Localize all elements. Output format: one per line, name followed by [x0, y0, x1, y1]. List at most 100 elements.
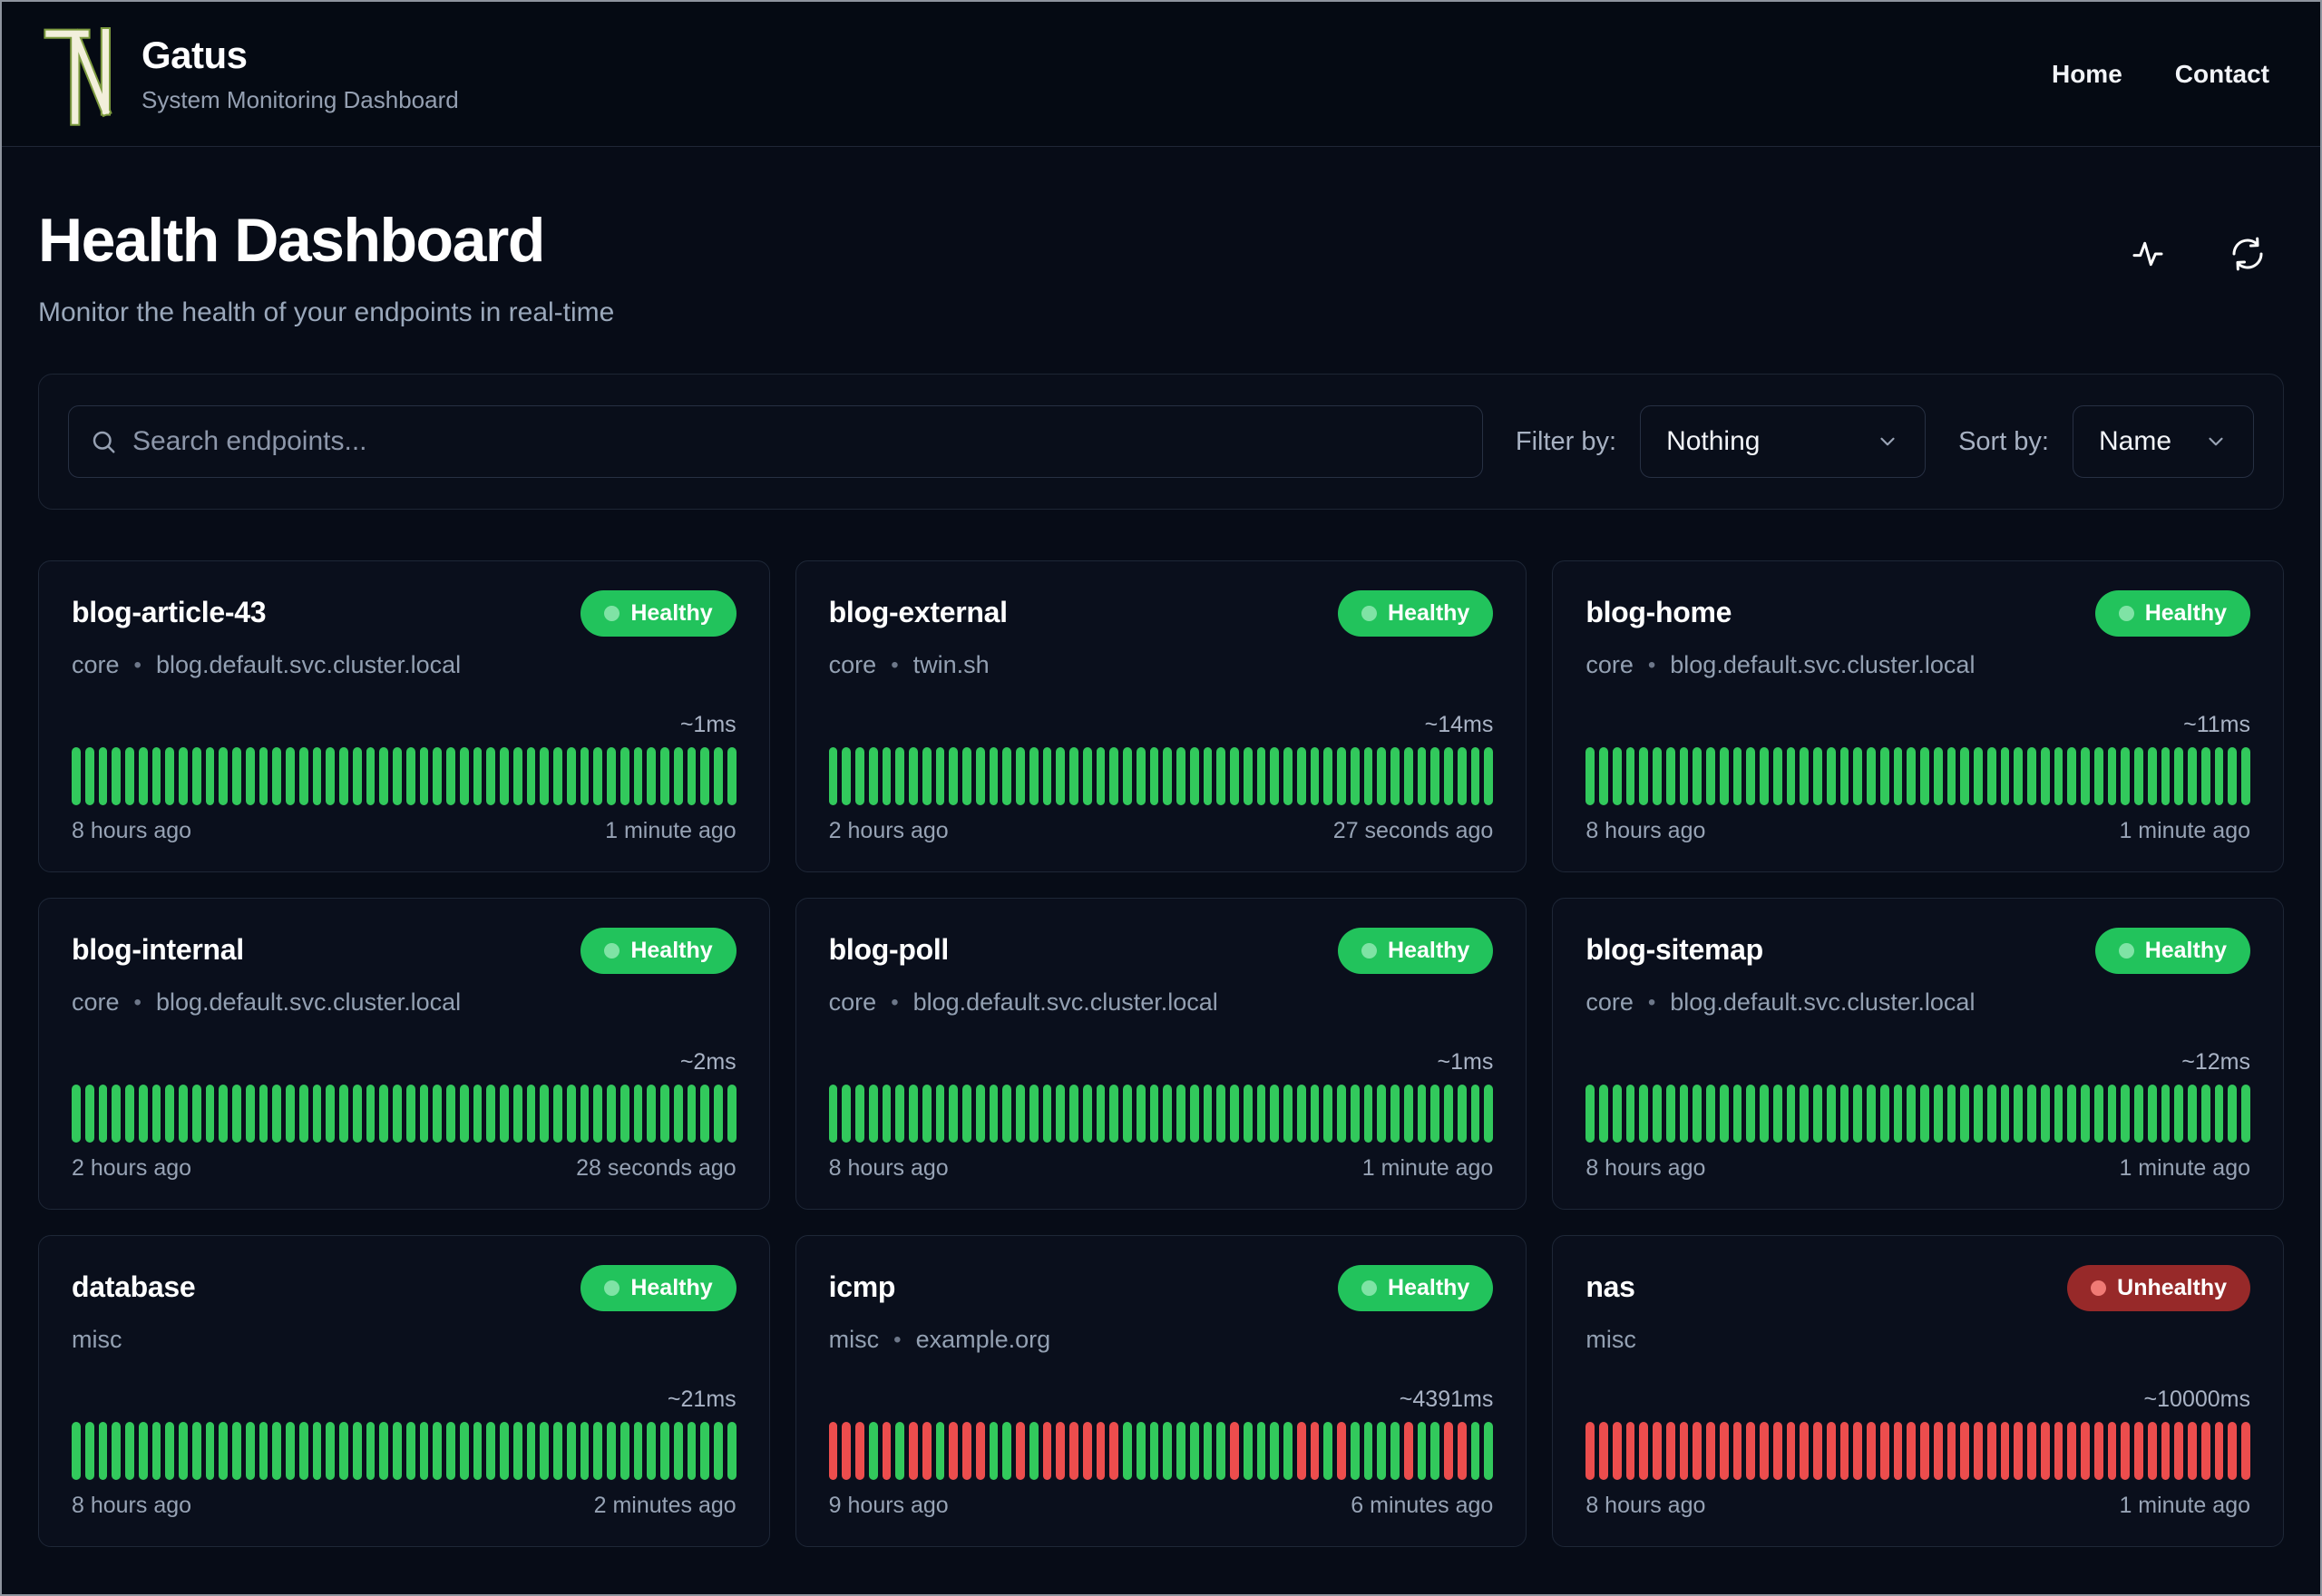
uptime-bar[interactable] — [673, 1422, 683, 1480]
uptime-bar[interactable] — [272, 1085, 281, 1143]
uptime-bar[interactable] — [1986, 747, 1996, 805]
uptime-bar[interactable] — [2241, 747, 2250, 805]
uptime-bar[interactable] — [1002, 747, 1012, 805]
uptime-bar[interactable] — [1599, 1085, 1608, 1143]
uptime-bar[interactable] — [1760, 747, 1769, 805]
uptime-bar[interactable] — [1839, 1422, 1849, 1480]
uptime-bar[interactable] — [1974, 1422, 1983, 1480]
uptime-bar[interactable] — [727, 1422, 737, 1480]
uptime-bar[interactable] — [1337, 1422, 1346, 1480]
uptime-bar[interactable] — [1323, 1085, 1333, 1143]
uptime-bar[interactable] — [580, 1422, 590, 1480]
uptime-bar[interactable] — [2214, 1085, 2224, 1143]
uptime-bar[interactable] — [1417, 1085, 1427, 1143]
uptime-bar[interactable] — [647, 747, 656, 805]
uptime-bar[interactable] — [112, 1422, 121, 1480]
uptime-bar[interactable] — [1867, 1085, 1876, 1143]
uptime-bar[interactable] — [1136, 1085, 1146, 1143]
uptime-bar[interactable] — [1599, 1422, 1608, 1480]
uptime-bar[interactable] — [112, 1085, 121, 1143]
uptime-bar[interactable] — [259, 1085, 268, 1143]
uptime-bar[interactable] — [2200, 747, 2210, 805]
uptime-bar[interactable] — [1470, 1085, 1480, 1143]
uptime-bar[interactable] — [1323, 1422, 1333, 1480]
uptime-bar[interactable] — [138, 747, 148, 805]
uptime-bar[interactable] — [219, 1422, 228, 1480]
uptime-bar[interactable] — [2121, 1085, 2131, 1143]
uptime-bar[interactable] — [1772, 747, 1782, 805]
uptime-bar[interactable] — [1585, 1422, 1595, 1480]
uptime-bar[interactable] — [1853, 1085, 1863, 1143]
uptime-bar[interactable] — [660, 747, 669, 805]
uptime-bar[interactable] — [165, 1085, 174, 1143]
uptime-bar[interactable] — [566, 747, 576, 805]
uptime-bar[interactable] — [165, 1422, 174, 1480]
uptime-bar[interactable] — [975, 1085, 985, 1143]
uptime-bar[interactable] — [1853, 1422, 1863, 1480]
uptime-bar[interactable] — [1920, 747, 1929, 805]
uptime-bar[interactable] — [620, 1085, 629, 1143]
uptime-bar[interactable] — [1826, 1422, 1836, 1480]
uptime-bar[interactable] — [1444, 1085, 1453, 1143]
uptime-bar[interactable] — [1230, 747, 1239, 805]
uptime-bar[interactable] — [714, 1085, 723, 1143]
uptime-bar[interactable] — [232, 1085, 241, 1143]
uptime-bar[interactable] — [500, 1085, 509, 1143]
uptime-bar[interactable] — [2067, 1085, 2077, 1143]
uptime-bar[interactable] — [2093, 1422, 2103, 1480]
uptime-bar[interactable] — [895, 1422, 905, 1480]
uptime-bar[interactable] — [1484, 1422, 1494, 1480]
history-bars[interactable] — [828, 747, 1494, 805]
uptime-bar[interactable] — [473, 1085, 483, 1143]
uptime-bar[interactable] — [526, 1085, 536, 1143]
uptime-bar[interactable] — [1786, 1085, 1796, 1143]
uptime-bar[interactable] — [1839, 747, 1849, 805]
uptime-bar[interactable] — [633, 1422, 643, 1480]
uptime-bar[interactable] — [727, 747, 737, 805]
uptime-bar[interactable] — [1243, 1085, 1253, 1143]
uptime-bar[interactable] — [1109, 747, 1119, 805]
uptime-bar[interactable] — [245, 747, 255, 805]
uptime-bar[interactable] — [700, 1422, 709, 1480]
uptime-bar[interactable] — [1069, 747, 1078, 805]
uptime-bar[interactable] — [687, 747, 697, 805]
uptime-bar[interactable] — [1403, 1085, 1413, 1143]
uptime-bar[interactable] — [828, 1085, 838, 1143]
endpoint-card[interactable]: blog-internal Healthy core • blog.defaul… — [38, 898, 770, 1210]
uptime-bar[interactable] — [593, 747, 602, 805]
uptime-bar[interactable] — [1283, 1085, 1293, 1143]
uptime-bar[interactable] — [1920, 1422, 1929, 1480]
uptime-bar[interactable] — [512, 747, 522, 805]
uptime-bar[interactable] — [1082, 747, 1092, 805]
uptime-bar[interactable] — [1679, 1085, 1689, 1143]
uptime-bar[interactable] — [593, 1085, 602, 1143]
uptime-bar[interactable] — [1839, 1085, 1849, 1143]
uptime-bar[interactable] — [232, 1422, 241, 1480]
uptime-bar[interactable] — [2147, 747, 2157, 805]
uptime-bar[interactable] — [1470, 1422, 1480, 1480]
uptime-bar[interactable] — [245, 1422, 255, 1480]
filter-select[interactable]: Nothing — [1640, 405, 1927, 478]
uptime-bar[interactable] — [2081, 1422, 2090, 1480]
uptime-bar[interactable] — [1243, 747, 1253, 805]
uptime-bar[interactable] — [1960, 1085, 1970, 1143]
uptime-bar[interactable] — [326, 1422, 335, 1480]
uptime-bar[interactable] — [151, 1422, 161, 1480]
uptime-bar[interactable] — [1786, 747, 1796, 805]
uptime-bar[interactable] — [553, 747, 562, 805]
uptime-bar[interactable] — [633, 747, 643, 805]
uptime-bar[interactable] — [1639, 747, 1649, 805]
uptime-bar[interactable] — [566, 1422, 576, 1480]
uptime-bar[interactable] — [1457, 1422, 1467, 1480]
uptime-bar[interactable] — [700, 747, 709, 805]
uptime-bar[interactable] — [2040, 1085, 2050, 1143]
uptime-bar[interactable] — [1665, 1422, 1675, 1480]
endpoint-card[interactable]: blog-article-43 Healthy core • blog.defa… — [38, 560, 770, 872]
uptime-bar[interactable] — [1123, 1422, 1132, 1480]
endpoint-card[interactable]: database Healthy misc ~21ms 8 hours ago … — [38, 1235, 770, 1547]
uptime-bar[interactable] — [842, 747, 852, 805]
uptime-bar[interactable] — [272, 1422, 281, 1480]
uptime-bar[interactable] — [125, 1085, 134, 1143]
uptime-bar[interactable] — [1256, 747, 1266, 805]
uptime-bar[interactable] — [962, 1422, 971, 1480]
